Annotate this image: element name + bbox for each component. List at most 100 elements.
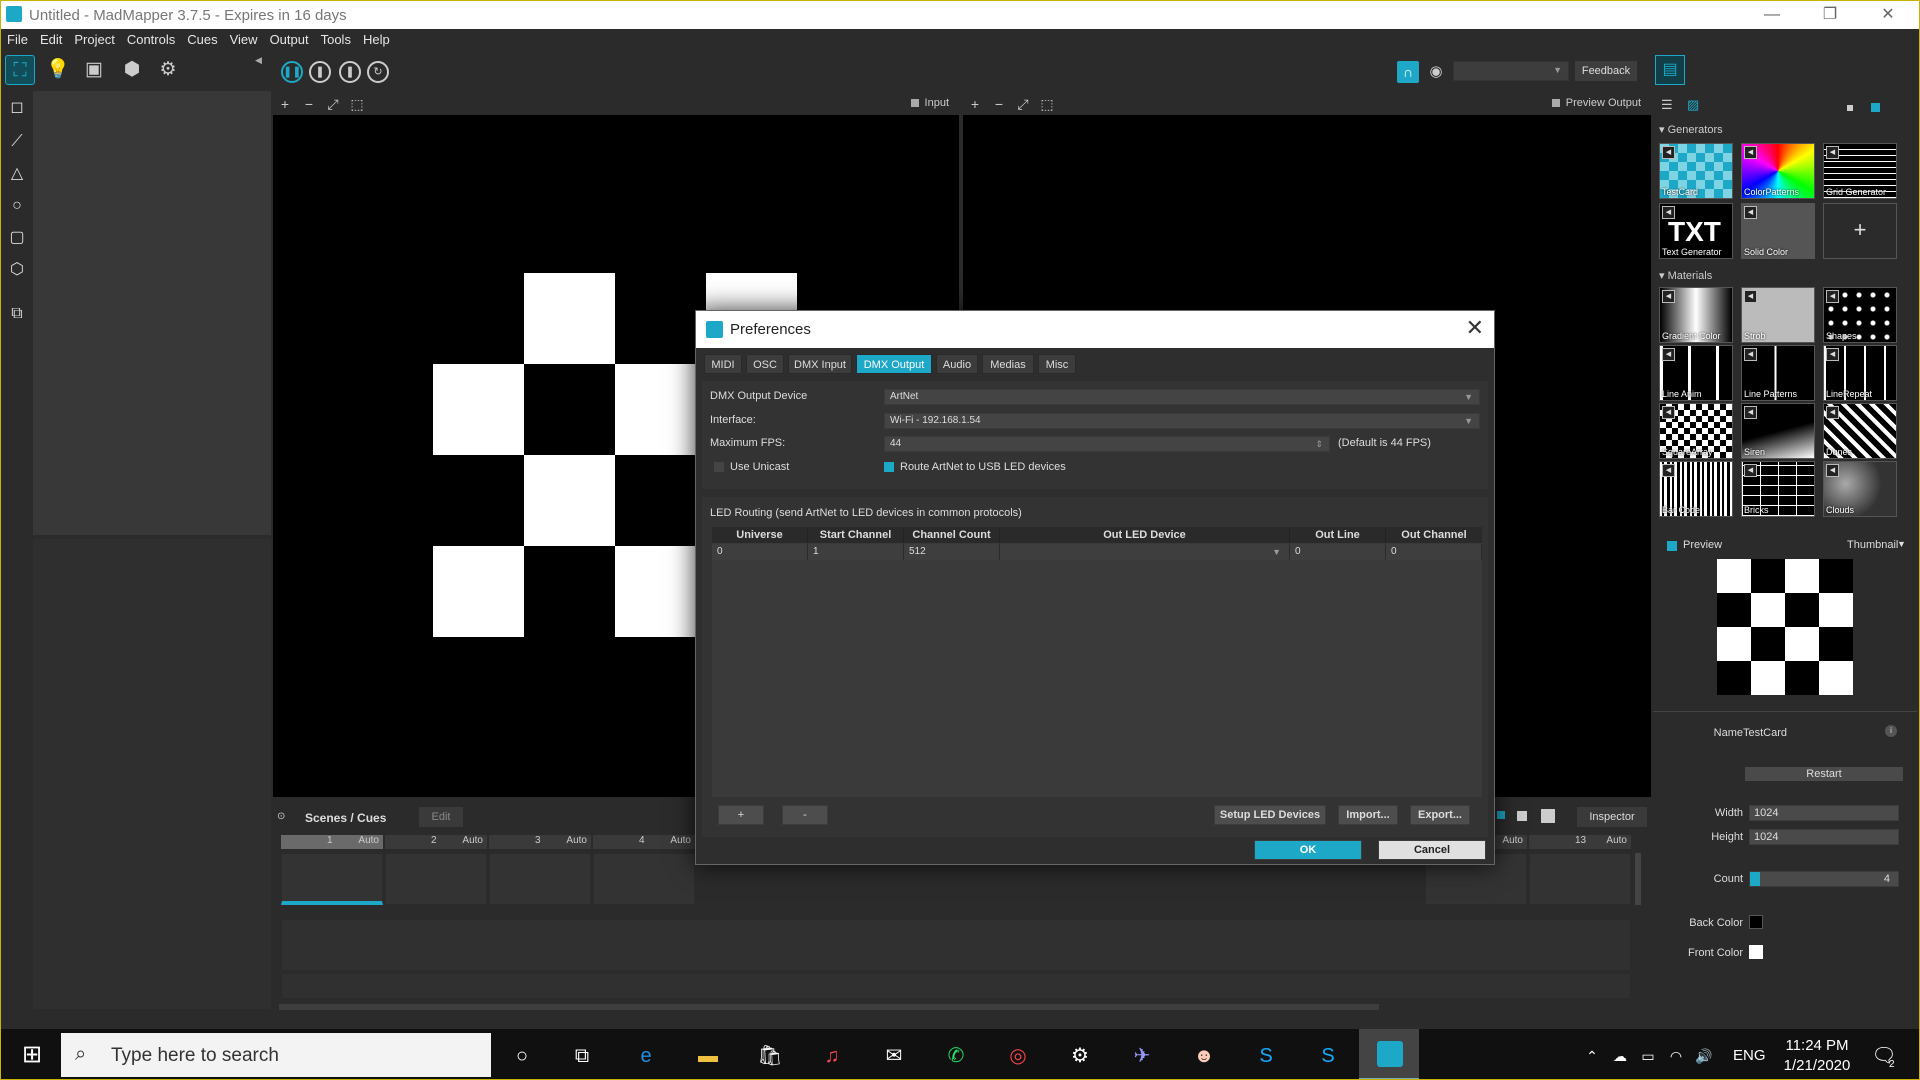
preview-checkbox[interactable] — [1667, 541, 1677, 551]
cell-universe[interactable]: 0 — [712, 544, 808, 560]
fit-icon[interactable]: ⤢ — [321, 93, 345, 115]
cue-header-2[interactable]: 2 Auto — [385, 835, 487, 849]
gear-icon[interactable]: ⚙ — [153, 55, 183, 85]
add-3d-icon[interactable]: ⬡ — [6, 259, 28, 281]
cell-out-led-device[interactable]: ▼ — [1000, 544, 1290, 560]
settings-icon[interactable]: ⚙ — [1065, 1041, 1095, 1071]
add-group-icon[interactable]: ⧉ — [6, 303, 28, 325]
material-bricks[interactable]: ◀ Bricks — [1741, 461, 1815, 517]
feedback-button[interactable]: Feedback — [1575, 61, 1637, 81]
store-icon[interactable]: 🛍 — [755, 1041, 785, 1071]
add-line-icon[interactable]: ⟋ — [6, 131, 28, 153]
view-toggle-icon[interactable] — [1541, 809, 1555, 823]
projector-icon[interactable]: ▣ — [79, 55, 109, 85]
stop-icon[interactable]: ❚ — [309, 61, 331, 83]
cue-header-3[interactable]: 3 Auto — [489, 835, 591, 849]
use-unicast-checkbox[interactable] — [714, 462, 724, 472]
menu-edit[interactable]: Edit — [34, 29, 68, 50]
taskbar-search-box[interactable]: ⌕ Type here to search — [61, 1033, 491, 1077]
tab-dmx-output[interactable]: DMX Output — [856, 354, 932, 374]
tab-audio[interactable]: Audio — [936, 354, 978, 374]
view-toggle-icon[interactable] — [1497, 811, 1505, 819]
height-field[interactable]: 1024 — [1749, 829, 1899, 845]
generator-testcard[interactable]: ◀ TestCard — [1659, 143, 1733, 199]
menu-help[interactable]: Help — [357, 29, 396, 50]
cue-scrollbar[interactable] — [1635, 853, 1641, 905]
show-hidden-icons[interactable]: ⌃ — [1577, 1041, 1607, 1071]
fps-spinbox[interactable]: 44 ⇕ — [884, 436, 1330, 452]
add-quad-icon[interactable]: ◻ — [6, 97, 28, 119]
menu-project[interactable]: Project — [68, 29, 120, 50]
light-bulb-icon[interactable]: 💡 — [43, 55, 73, 85]
clock-time[interactable]: 11:24 PM — [1777, 1037, 1857, 1054]
battery-icon[interactable]: ▭ — [1633, 1041, 1663, 1071]
chrome-icon[interactable]: ◎ — [1003, 1041, 1033, 1071]
close-button[interactable]: ✕ — [1871, 3, 1905, 27]
generator-grid[interactable]: ◀ Grid Generator — [1823, 143, 1897, 199]
generator-colorpatterns[interactable]: ◀ ColorPatterns — [1741, 143, 1815, 199]
restart-button[interactable]: Restart — [1745, 767, 1903, 781]
collapse-icon[interactable]: ⊙ — [277, 811, 285, 822]
pause-icon[interactable]: ❚❚ — [281, 61, 303, 83]
count-slider[interactable]: 4 — [1749, 871, 1899, 887]
face-app-icon[interactable]: ☻ — [1189, 1041, 1219, 1071]
cue-cell[interactable] — [593, 853, 695, 905]
shazam-icon[interactable]: S — [1251, 1041, 1281, 1071]
surface-mode-icon[interactable]: ⛶ — [5, 55, 35, 85]
madmapper-taskbar-button[interactable] — [1359, 1029, 1419, 1079]
cue-cell[interactable] — [1529, 853, 1631, 905]
cue-h-scrollbar[interactable] — [279, 1004, 1379, 1010]
cell-channel-count[interactable]: 512 — [904, 544, 1000, 560]
image-icon[interactable]: ▨ — [1687, 97, 1699, 113]
generator-solidcolor[interactable]: ◀ Solid Color — [1741, 203, 1815, 259]
frame-icon[interactable]: ⬚ — [345, 93, 369, 115]
add-circle-icon[interactable]: ○ — [6, 195, 28, 217]
mail-icon[interactable]: ✉ — [879, 1041, 909, 1071]
add-mask-icon[interactable]: ▢ — [6, 227, 28, 249]
onedrive-icon[interactable]: ☁ — [1605, 1041, 1635, 1071]
dmx-device-select[interactable]: ArtNet ▼ — [884, 389, 1480, 405]
cortana-icon[interactable]: ○ — [507, 1041, 537, 1071]
windows-start-icon[interactable]: ⊞ — [17, 1040, 47, 1070]
generator-text[interactable]: ◀ TXT Text Generator — [1659, 203, 1733, 259]
magnet-icon[interactable]: ∩ — [1397, 61, 1419, 83]
step-icon[interactable]: ❚ — [339, 61, 361, 83]
document-icon[interactable]: ▤ — [1655, 55, 1685, 85]
add-generator-button[interactable]: + — [1823, 203, 1897, 259]
material-shapes[interactable]: ◀ Shapes — [1823, 287, 1897, 343]
material-clouds[interactable]: ◀ Clouds — [1823, 461, 1897, 517]
dialog-close-button[interactable]: ✕ — [1466, 315, 1484, 341]
export-button[interactable]: Export... — [1410, 805, 1470, 825]
front-color-swatch[interactable] — [1749, 945, 1763, 959]
preview-mode-select[interactable]: Thumbnail — [1847, 539, 1898, 551]
view-toggle-icon[interactable] — [1517, 811, 1527, 821]
cue-row-2[interactable] — [281, 919, 1631, 971]
interface-select[interactable]: Wi-Fi - 192.168.1.54 ▼ — [884, 413, 1480, 429]
ok-button[interactable]: OK — [1254, 840, 1362, 860]
material-siren[interactable]: ◀ Siren — [1741, 403, 1815, 459]
eye-icon[interactable]: ◉ — [1425, 61, 1447, 83]
width-field[interactable]: 1024 — [1749, 805, 1899, 821]
zoom-out-icon[interactable]: − — [987, 93, 1011, 115]
inspector-button[interactable]: Inspector — [1577, 807, 1647, 827]
material-linepatterns[interactable]: ◀ Line Patterns — [1741, 345, 1815, 401]
cancel-button[interactable]: Cancel — [1378, 840, 1486, 860]
file-explorer-icon[interactable]: ▬ — [693, 1041, 723, 1071]
info-icon[interactable]: i — [1885, 725, 1897, 737]
cell-out-channel[interactable]: 0 — [1386, 544, 1482, 560]
restore-button[interactable]: ❐ — [1813, 3, 1847, 27]
language-indicator[interactable]: ENG — [1733, 1047, 1766, 1064]
add-row-button[interactable]: + — [718, 805, 764, 825]
menu-cues[interactable]: Cues — [181, 29, 223, 50]
tab-midi[interactable]: MIDI — [704, 354, 742, 374]
chevron-down-icon[interactable]: ▼ — [1897, 539, 1906, 549]
itunes-icon[interactable]: ♫ — [817, 1041, 847, 1071]
cue-cell[interactable] — [281, 853, 383, 905]
remove-row-button[interactable]: - — [782, 805, 828, 825]
cue-row-3[interactable] — [281, 973, 1631, 999]
minimize-button[interactable]: — — [1755, 3, 1789, 27]
import-button[interactable]: Import... — [1338, 805, 1398, 825]
small-view-icon[interactable] — [1847, 105, 1853, 111]
cue-cell[interactable] — [385, 853, 487, 905]
cell-out-line[interactable]: 0 — [1290, 544, 1386, 560]
